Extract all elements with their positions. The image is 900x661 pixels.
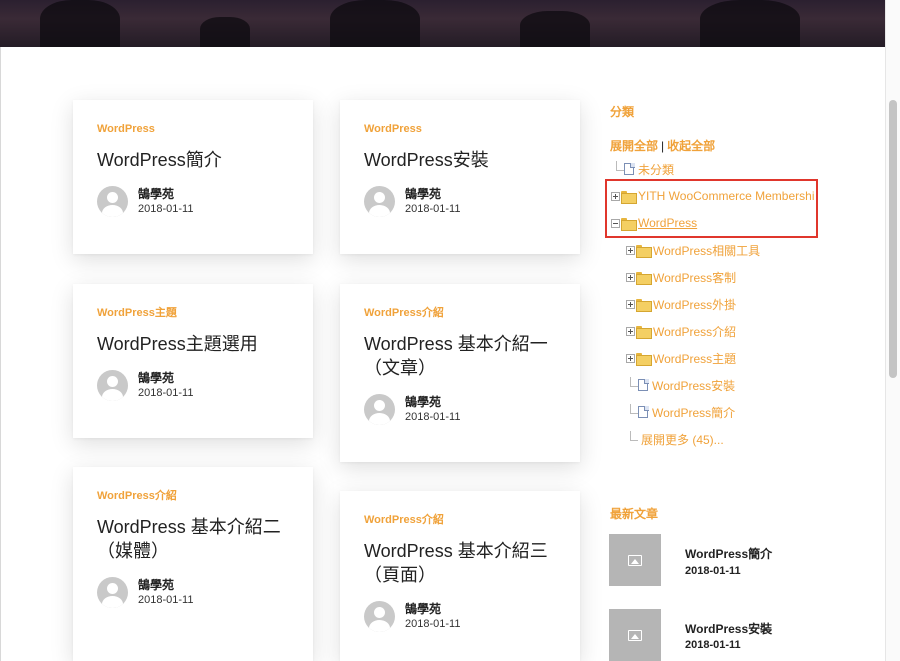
expand-toggle-icon[interactable] [626, 245, 635, 255]
tree-item-label[interactable]: WordPress主題 [653, 350, 736, 367]
folder-icon [636, 244, 652, 258]
scrollbar[interactable] [885, 0, 900, 661]
post-meta: 鵠學苑 2018-01-11 [364, 186, 556, 217]
recent-post-date: 2018-01-11 [685, 565, 741, 577]
expand-toggle-icon[interactable] [626, 272, 635, 282]
post-meta: 鵠學苑 2018-01-11 [97, 577, 289, 608]
tree-item-wp-intro[interactable]: WordPress介紹 [626, 322, 736, 340]
avatar [97, 370, 128, 401]
categories-heading: 分類 [610, 105, 635, 119]
post-category[interactable]: WordPress [97, 122, 289, 136]
expand-toggle-icon[interactable] [626, 299, 635, 309]
recent-post-thumbnail[interactable] [609, 534, 661, 586]
expand-all-link[interactable]: 展開全部 [610, 139, 658, 153]
expand-toggle-icon[interactable] [626, 326, 635, 336]
post-author[interactable]: 鵠學苑 [405, 187, 460, 202]
tree-item-label[interactable]: WordPress外掛 [653, 296, 736, 313]
post-author[interactable]: 鵠學苑 [138, 371, 193, 386]
hero-image [0, 0, 885, 47]
post-meta: 鵠學苑 2018-01-11 [97, 370, 289, 401]
post-title[interactable]: WordPress 基本介紹二（媒體） [97, 515, 289, 563]
post-meta: 鵠學苑 2018-01-11 [364, 394, 556, 425]
post-meta: 鵠學苑 2018-01-11 [364, 601, 556, 632]
folder-icon [636, 352, 652, 366]
tree-item-label[interactable]: WordPress安裝 [652, 377, 735, 394]
folder-icon [636, 298, 652, 312]
post-date: 2018-01-11 [138, 387, 194, 399]
post-card[interactable]: WordPress WordPress簡介 鵠學苑 2018-01-11 [73, 100, 313, 254]
tree-controls: 展開全部 | 收起全部 [610, 137, 715, 154]
tree-item-wp-custom[interactable]: WordPress客制 [626, 268, 736, 286]
tree-item-label[interactable]: WordPress相關工具 [653, 242, 760, 259]
tree-item-wp-about[interactable]: WordPress簡介 [627, 403, 735, 421]
post-category[interactable]: WordPress主題 [97, 306, 289, 320]
post-title[interactable]: WordPress 基本介紹一（文章） [364, 332, 556, 380]
post-category[interactable]: WordPress介紹 [97, 489, 289, 503]
avatar [364, 601, 395, 632]
recent-post-title[interactable]: WordPress簡介 [685, 545, 772, 562]
post-title[interactable]: WordPress主題選用 [97, 332, 289, 356]
page-icon [638, 406, 649, 418]
post-author[interactable]: 鵠學苑 [138, 578, 193, 593]
image-placeholder-icon [628, 554, 642, 566]
tree-item-wp-tools[interactable]: WordPress相關工具 [626, 241, 760, 259]
recent-post-date: 2018-01-11 [685, 639, 741, 651]
post-category[interactable]: WordPress介紹 [364, 306, 556, 320]
show-more-link[interactable]: 展開更多 (45)... [641, 431, 724, 448]
post-author[interactable]: 鵠學苑 [138, 187, 193, 202]
post-title[interactable]: WordPress簡介 [97, 148, 289, 172]
tree-connector [627, 404, 638, 420]
tree-item-wp-plugins[interactable]: WordPress外掛 [626, 295, 736, 313]
tree-connector [627, 377, 638, 393]
post-card[interactable]: WordPress介紹 WordPress 基本介紹一（文章） 鵠學苑 2018… [340, 284, 580, 462]
post-card[interactable]: WordPress WordPress安裝 鵠學苑 2018-01-11 [340, 100, 580, 254]
tree-connector [627, 431, 638, 447]
avatar [364, 394, 395, 425]
post-card[interactable]: WordPress介紹 WordPress 基本介紹二（媒體） 鵠學苑 2018… [73, 467, 313, 661]
avatar [97, 186, 128, 217]
tree-item-wp-themes[interactable]: WordPress主題 [626, 349, 736, 367]
page-icon [624, 163, 635, 175]
post-title[interactable]: WordPress 基本介紹三（頁面） [364, 539, 556, 587]
highlight-box [605, 179, 818, 238]
post-card[interactable]: WordPress介紹 WordPress 基本介紹三（頁面） 鵠學苑 2018… [340, 491, 580, 661]
post-author[interactable]: 鵠學苑 [405, 602, 460, 617]
image-placeholder-icon [628, 629, 642, 641]
post-date: 2018-01-11 [405, 203, 461, 215]
folder-icon [636, 325, 652, 339]
recent-post-title[interactable]: WordPress安裝 [685, 620, 772, 637]
folder-icon [636, 271, 652, 285]
tree-item-uncategorized[interactable]: 未分類 [613, 160, 674, 178]
tree-item-wp-install[interactable]: WordPress安裝 [627, 376, 735, 394]
tree-item-label[interactable]: 未分類 [638, 161, 674, 178]
post-date: 2018-01-11 [138, 594, 194, 606]
page-icon [638, 379, 649, 391]
expand-toggle-icon[interactable] [626, 353, 635, 363]
avatar [364, 186, 395, 217]
tree-connector [613, 161, 624, 177]
content-border [0, 47, 1, 661]
post-author[interactable]: 鵠學苑 [405, 395, 460, 410]
tree-item-label[interactable]: WordPress簡介 [652, 404, 735, 421]
post-date: 2018-01-11 [405, 618, 461, 630]
tree-item-label[interactable]: WordPress介紹 [653, 323, 736, 340]
post-category[interactable]: WordPress [364, 122, 556, 136]
recent-post-thumbnail[interactable] [609, 609, 661, 661]
post-card[interactable]: WordPress主題 WordPress主題選用 鵠學苑 2018-01-11 [73, 284, 313, 438]
post-date: 2018-01-11 [138, 203, 194, 215]
post-title[interactable]: WordPress安裝 [364, 148, 556, 172]
tree-item-show-more[interactable]: 展開更多 (45)... [627, 430, 724, 448]
recent-posts-heading: 最新文章 [610, 507, 659, 521]
collapse-all-link[interactable]: 收起全部 [667, 139, 715, 153]
tree-item-label[interactable]: WordPress客制 [653, 269, 736, 286]
avatar [97, 577, 128, 608]
post-date: 2018-01-11 [405, 411, 461, 423]
separator: | [661, 139, 665, 153]
post-meta: 鵠學苑 2018-01-11 [97, 186, 289, 217]
scrollbar-thumb[interactable] [889, 100, 897, 378]
post-category[interactable]: WordPress介紹 [364, 513, 556, 527]
